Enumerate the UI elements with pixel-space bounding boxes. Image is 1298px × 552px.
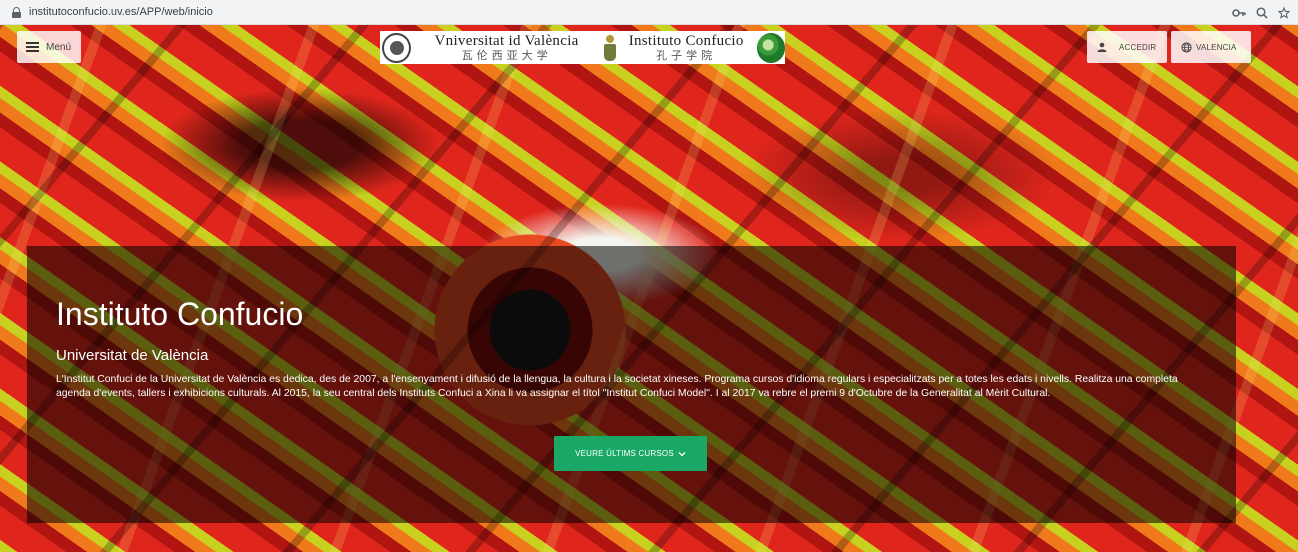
menu-label: Menú <box>46 41 72 53</box>
language-label: VALENCIA <box>1196 42 1237 52</box>
lock-icon <box>12 6 21 18</box>
page-title: Instituto Confucio <box>56 296 304 332</box>
key-icon[interactable] <box>1232 8 1246 18</box>
language-selector[interactable]: VALENCIA <box>1171 31 1251 63</box>
university-name: Vniversitat id València <box>434 33 579 49</box>
menu-button[interactable]: Menú <box>17 31 81 63</box>
confucius-institute-emblem-icon <box>756 32 786 63</box>
site-logo[interactable]: Vniversitat id València 瓦伦西亚大学 Instituto… <box>380 31 786 64</box>
university-seal-icon <box>382 32 411 63</box>
intro-panel: Instituto Confucio Universitat de Valènc… <box>27 246 1236 523</box>
person-icon <box>1097 42 1107 52</box>
page-subtitle: Universitat de València <box>56 347 209 364</box>
globe-icon <box>1181 41 1192 53</box>
institute-name: Instituto Confucio <box>628 33 744 49</box>
cta-label: VEURE ÚLTIMS CURSOS <box>575 449 674 458</box>
institute-chinese-name: 孔子学院 <box>656 49 717 62</box>
chevron-down-icon <box>678 451 686 456</box>
menu-icon <box>26 42 39 52</box>
access-label: ACCEDIR <box>1119 42 1157 52</box>
view-latest-courses-button[interactable]: VEURE ÚLTIMS CURSOS <box>554 436 707 471</box>
access-button[interactable]: ACCEDIR <box>1087 31 1167 63</box>
confucius-statue-icon <box>603 33 616 63</box>
university-logo-text: Vniversitat id València 瓦伦西亚大学 <box>414 33 600 62</box>
url-field[interactable]: institutoconfucio.uv.es/APP/web/inicio <box>29 6 213 18</box>
browser-address-bar: institutoconfucio.uv.es/APP/web/inicio <box>0 0 1298 25</box>
university-chinese-name: 瓦伦西亚大学 <box>461 49 552 62</box>
star-icon[interactable] <box>1278 6 1290 19</box>
institute-logo-text: Instituto Confucio 孔子学院 <box>620 33 753 62</box>
search-icon[interactable] <box>1256 6 1268 19</box>
intro-description: L'Institut Confuci de la Universitat de … <box>56 374 1178 399</box>
